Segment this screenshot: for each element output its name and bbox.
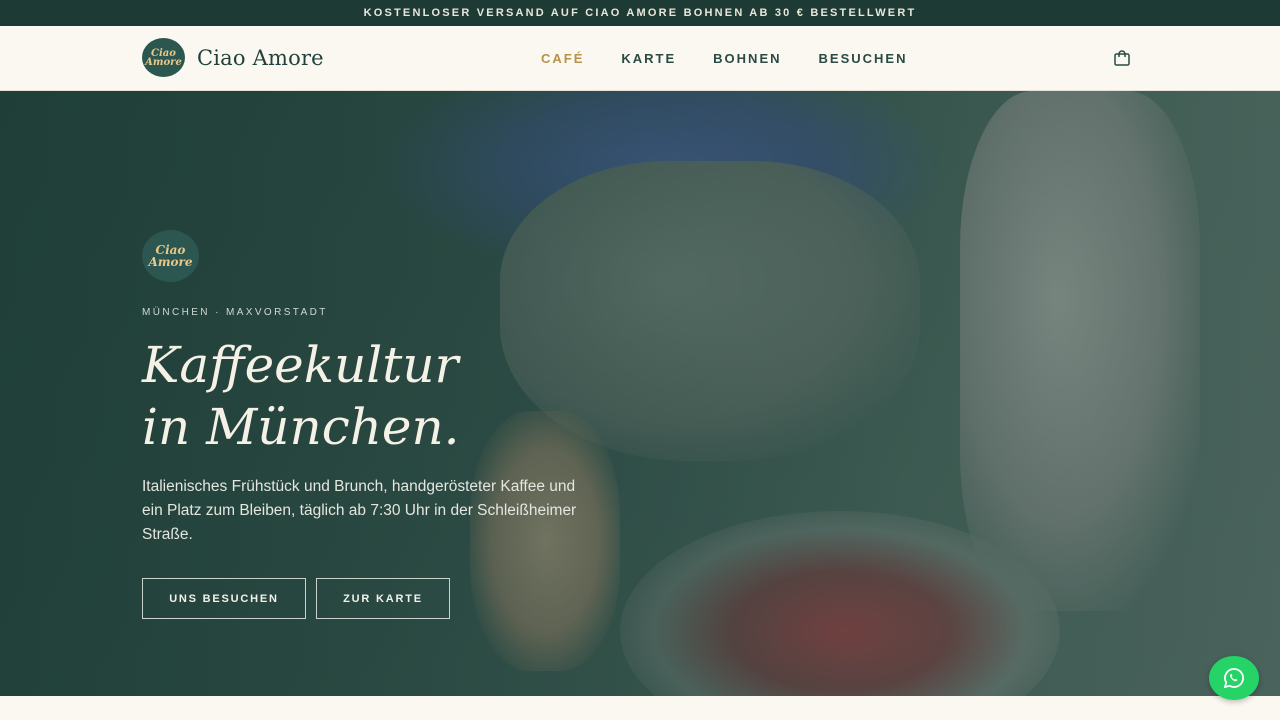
hero-logo-line2: Amore — [148, 255, 193, 269]
hero-headline: Kaffeekultur in München. — [142, 334, 460, 458]
hero-subtext: Italienisches Frühstück und Brunch, hand… — [142, 478, 577, 543]
hero-section: Ciao Amore MÜNCHEN · MAXVORSTADT Kaffeek… — [0, 91, 1280, 696]
whatsapp-icon — [1223, 668, 1244, 689]
hero-logo: Ciao Amore — [142, 230, 199, 282]
nav-item-karte[interactable]: KARTE — [621, 51, 676, 66]
nav-item-besuchen[interactable]: BESUCHEN — [819, 51, 908, 66]
site-header: Ciao Amore Ciao Amore CAFÉ KARTE BOHNEN … — [0, 26, 1280, 91]
whatsapp-button[interactable] — [1209, 656, 1259, 700]
announcement-text: KOSTENLOSER VERSAND AUF CIAO AMORE BOHNE… — [363, 7, 917, 19]
hero-headline-line2: in München. — [142, 398, 460, 456]
announcement-bar: KOSTENLOSER VERSAND AUF CIAO AMORE BOHNE… — [0, 0, 1280, 26]
hero-content: Ciao Amore MÜNCHEN · MAXVORSTADT Kaffeek… — [142, 91, 622, 696]
hero-eyebrow: MÜNCHEN · MAXVORSTADT — [142, 307, 328, 318]
brand-logo: Ciao Amore — [142, 38, 185, 77]
nav-item-cafe[interactable]: CAFÉ — [541, 51, 584, 66]
hero-headline-line1: Kaffeekultur — [142, 336, 459, 394]
cart-button[interactable] — [1112, 48, 1132, 68]
visit-us-button[interactable]: UNS BESUCHEN — [142, 578, 306, 619]
shopping-bag-icon — [1114, 50, 1130, 66]
main-nav: CAFÉ KARTE BOHNEN BESUCHEN — [541, 26, 944, 90]
nav-item-bohnen[interactable]: BOHNEN — [713, 51, 781, 66]
brand-name: Ciao Amore — [197, 45, 324, 70]
brand-link[interactable]: Ciao Amore Ciao Amore — [142, 38, 324, 77]
view-menu-button[interactable]: ZUR KARTE — [316, 578, 450, 619]
brand-logo-line2: Amore — [145, 56, 182, 68]
